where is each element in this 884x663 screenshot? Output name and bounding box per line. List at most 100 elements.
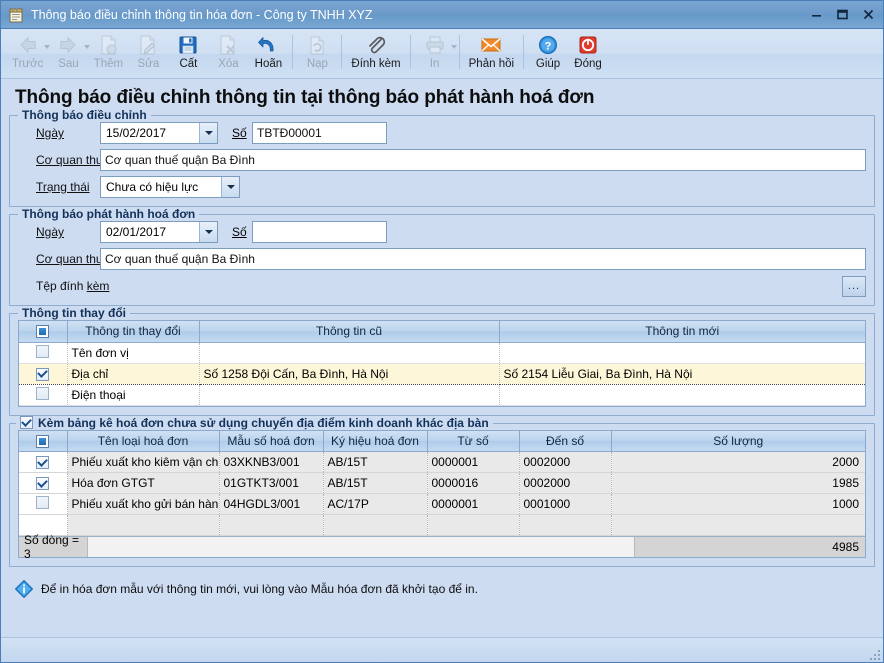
toolbar-button-phan-hoi[interactable]: Phản hồi <box>464 31 519 70</box>
row-checkbox-cell[interactable] <box>19 384 67 405</box>
row-checkbox[interactable] <box>36 456 49 469</box>
toolbar-separator <box>410 35 411 69</box>
column-header-old[interactable]: Thông tin cũ <box>199 321 499 342</box>
select-all-header[interactable] <box>19 321 67 342</box>
issue-tax-office-input[interactable] <box>100 248 866 270</box>
issue-attachment-row: Tệp đính kèm ... <box>18 275 866 297</box>
issue-date-value: 02/01/2017 <box>101 225 199 239</box>
invoice-list-body: Phiếu xuất kho kiêm vận ch 03XKNB3/001 A… <box>19 452 865 536</box>
table-row[interactable]: Điện thoại <box>19 384 865 405</box>
table-row-empty[interactable] <box>19 515 865 536</box>
chevron-down-icon[interactable] <box>451 45 457 49</box>
column-header-field[interactable]: Thông tin thay đổi <box>67 321 199 342</box>
select-all-header[interactable] <box>19 431 67 452</box>
total-quantity: 4985 <box>635 537 865 557</box>
minimize-button[interactable] <box>803 4 829 26</box>
resize-grip[interactable] <box>867 647 880 660</box>
row-checkbox[interactable] <box>36 477 49 490</box>
toolbar-button-sua[interactable]: Sửa <box>128 31 168 70</box>
row-checkbox-cell[interactable] <box>19 494 67 515</box>
toolbar-button-nap[interactable]: Nạp <box>297 31 337 70</box>
select-all-icon[interactable] <box>36 435 49 448</box>
adjustment-status-row: Trạng thái Chưa có hiệu lực <box>18 176 866 198</box>
toolbar-button-dinh-kem[interactable]: Đính kèm <box>346 31 405 70</box>
select-all-icon[interactable] <box>36 325 49 338</box>
toolbar-button-xoa[interactable]: Xóa <box>208 31 248 70</box>
attachment-browse-button[interactable]: ... <box>842 276 866 297</box>
column-header-to[interactable]: Đến số <box>519 431 611 452</box>
row-symbol: AB/15T <box>323 452 427 473</box>
row-invoice-type: Phiếu xuất kho kiêm vận ch <box>67 452 219 473</box>
adjustment-number-input[interactable] <box>252 122 387 144</box>
table-row[interactable]: Hóa đơn GTGT 01GTKT3/001 AB/15T 0000016 … <box>19 473 865 494</box>
toolbar-button-dong[interactable]: Đóng <box>568 31 608 70</box>
row-checkbox-cell[interactable] <box>19 342 67 363</box>
row-from-number: 0000016 <box>427 473 519 494</box>
row-new-value <box>499 384 865 405</box>
maximize-button[interactable] <box>829 4 855 26</box>
arrow-right-icon <box>57 33 79 57</box>
table-row[interactable]: Tên đơn vị <box>19 342 865 363</box>
column-header-symbol[interactable]: Ký hiệu hoá đơn <box>323 431 427 452</box>
toolbar-button-truoc[interactable]: Trước <box>7 31 48 70</box>
column-header-type[interactable]: Tên loại hoá đơn <box>67 431 219 452</box>
info-bar-message: Để in hóa đơn mẫu với thông tin mới, vui… <box>41 582 478 596</box>
toolbar-button-in[interactable]: In <box>415 31 455 70</box>
toolbar-button-them[interactable]: Thêm <box>88 31 128 70</box>
close-button[interactable] <box>855 4 881 26</box>
chevron-down-icon[interactable] <box>199 123 217 143</box>
toolbar-label: Giúp <box>536 58 560 70</box>
changed-info-grid[interactable]: Thông tin thay đổi Thông tin cũ Thông ti… <box>18 320 866 407</box>
toolbar-button-cat[interactable]: Cất <box>168 31 208 70</box>
issue-number-input[interactable] <box>252 221 387 243</box>
toolbar-label: Nạp <box>307 58 328 70</box>
row-checkbox[interactable] <box>36 387 49 400</box>
close-power-icon <box>577 33 599 57</box>
refresh-document-icon <box>306 33 328 57</box>
adjustment-notice-legend: Thông báo điều chỉnh <box>18 108 151 122</box>
table-row[interactable]: Địa chỉ Số 1258 Đội Cấn, Ba Đình, Hà Nội… <box>19 363 865 384</box>
toolbar-separator <box>459 35 460 69</box>
table-row[interactable]: Phiếu xuất kho gửi bán hàn 04HGDL3/001 A… <box>19 494 865 515</box>
issue-attachment-label: Tệp đính kèm <box>18 279 100 293</box>
row-new-value: Số 2154 Liễu Giai, Ba Đình, Hà Nội <box>499 363 865 384</box>
invoice-list-legend-label: Kèm bảng kê hoá đơn chưa sử dụng chuyển … <box>38 416 489 430</box>
adjustment-status-select[interactable]: Chưa có hiệu lực <box>100 176 240 198</box>
chevron-down-icon[interactable] <box>221 177 239 197</box>
changed-info-table: Thông tin thay đổi Thông tin cũ Thông ti… <box>19 321 865 406</box>
row-quantity: 2000 <box>611 452 865 473</box>
row-from-number: 0000001 <box>427 494 519 515</box>
row-checkbox[interactable] <box>36 368 49 381</box>
toolbar-button-giup[interactable]: ? Giúp <box>528 31 568 70</box>
issue-date-input[interactable]: 02/01/2017 <box>100 221 218 243</box>
table-row[interactable]: Phiếu xuất kho kiêm vận ch 03XKNB3/001 A… <box>19 452 865 473</box>
row-checkbox[interactable] <box>36 496 49 509</box>
chevron-down-icon[interactable] <box>199 222 217 242</box>
invoice-list-checkbox[interactable] <box>20 416 33 429</box>
row-to-number <box>519 515 611 536</box>
column-header-from[interactable]: Từ số <box>427 431 519 452</box>
row-checkbox-cell[interactable] <box>19 363 67 384</box>
issue-notice-legend: Thông báo phát hành hoá đơn <box>18 207 199 221</box>
row-checkbox-cell[interactable] <box>19 473 67 494</box>
row-symbol: AC/17P <box>323 494 427 515</box>
invoice-list-legend[interactable]: Kèm bảng kê hoá đơn chưa sử dụng chuyển … <box>16 416 493 430</box>
row-checkbox[interactable] <box>36 345 49 358</box>
adjustment-tax-office-input[interactable] <box>100 149 866 171</box>
toolbar-button-hoan[interactable]: Hoãn <box>248 31 288 70</box>
invoice-list-group: Kèm bảng kê hoá đơn chưa sử dụng chuyển … <box>9 423 875 568</box>
column-header-new[interactable]: Thông tin mới <box>499 321 865 342</box>
row-old-value: Số 1258 Đội Cấn, Ba Đình, Hà Nội <box>199 363 499 384</box>
column-header-form[interactable]: Mẫu số hoá đơn <box>219 431 323 452</box>
toolbar-button-sau[interactable]: Sau <box>48 31 88 70</box>
toolbar-label: Hoãn <box>255 58 283 70</box>
issue-notice-group: Thông báo phát hành hoá đơn Ngày 02/01/2… <box>9 214 875 306</box>
row-invoice-type: Phiếu xuất kho gửi bán hàn <box>67 494 219 515</box>
adjustment-date-input[interactable]: 15/02/2017 <box>100 122 218 144</box>
title-bar: Thông báo điều chỉnh thông tin hóa đơn -… <box>1 1 883 29</box>
window-title: Thông báo điều chỉnh thông tin hóa đơn -… <box>31 8 803 22</box>
row-checkbox-cell[interactable] <box>19 452 67 473</box>
column-header-qty[interactable]: Số lượng <box>611 431 865 452</box>
adjustment-tax-office-label: Cơ quan thuế <box>18 153 100 167</box>
invoice-list-grid[interactable]: Tên loại hoá đơn Mẫu số hoá đơn Ký hiệu … <box>18 430 866 559</box>
